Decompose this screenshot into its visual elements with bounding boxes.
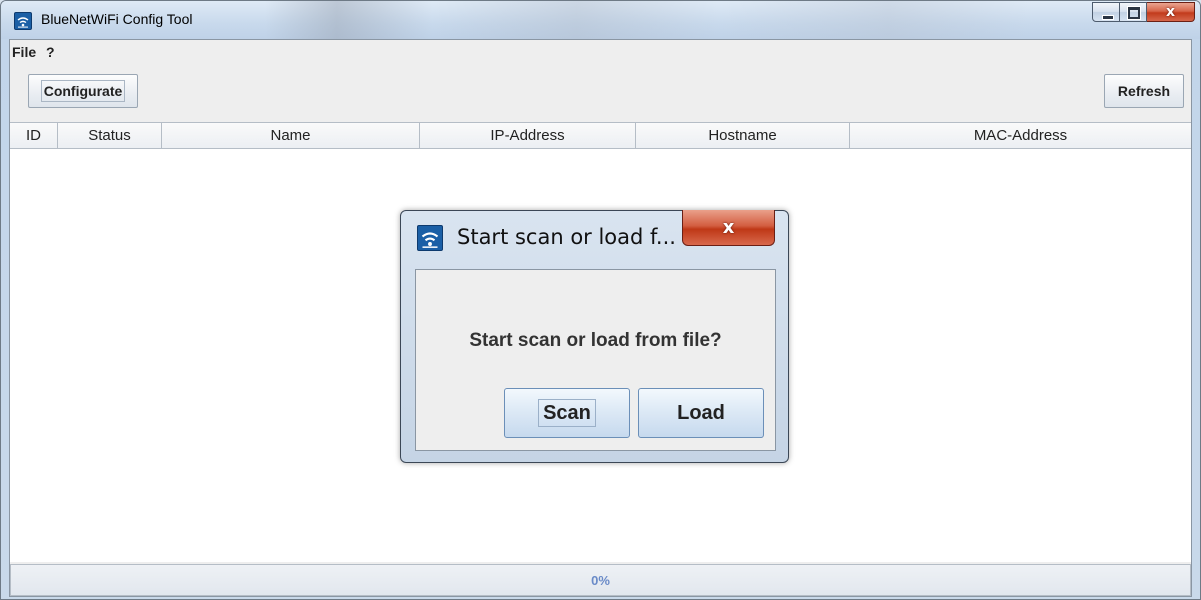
menu-file[interactable]: File: [12, 44, 36, 60]
column-header-hostname[interactable]: Hostname: [636, 123, 850, 148]
dialog-close-button[interactable]: x: [682, 210, 775, 246]
load-button[interactable]: Load: [638, 388, 764, 438]
column-header-mac-address[interactable]: MAC-Address: [850, 123, 1191, 148]
dialog-body: Start scan or load from file? Scan Load: [415, 269, 776, 451]
minimize-icon: [1102, 15, 1114, 20]
progress-text: 0%: [591, 572, 610, 588]
column-header-ip-address[interactable]: IP-Address: [420, 123, 636, 148]
refresh-button-label: Refresh: [1117, 83, 1171, 99]
maximize-button[interactable]: [1120, 2, 1147, 22]
column-header-name[interactable]: Name: [162, 123, 420, 148]
load-button-label: Load: [677, 401, 725, 424]
configurate-button-label: Configurate: [40, 80, 126, 102]
dialog-title: Start scan or load f...: [457, 225, 676, 249]
scan-button-label: Scan: [538, 399, 596, 427]
close-button[interactable]: x: [1147, 2, 1195, 22]
close-icon: x: [722, 217, 735, 238]
minimize-button[interactable]: [1092, 2, 1120, 22]
menu-bar: File ?: [10, 40, 1191, 66]
close-icon: x: [1165, 4, 1176, 20]
column-header-status[interactable]: Status: [58, 123, 162, 148]
start-scan-dialog: Start scan or load f... x Start scan or …: [400, 210, 789, 463]
title-bar[interactable]: BlueNetWiFi Config Tool x: [1, 1, 1200, 39]
menu-help[interactable]: ?: [46, 44, 55, 60]
maximize-icon: [1127, 6, 1141, 20]
toolbar: Configurate Refresh: [10, 66, 1191, 122]
wifi-icon: [14, 12, 32, 30]
table-header: ID Status Name IP-Address Hostname MAC-A…: [10, 123, 1191, 149]
progress-bar: 0%: [10, 564, 1191, 596]
window-title: BlueNetWiFi Config Tool: [41, 11, 193, 27]
dialog-message: Start scan or load from file?: [469, 330, 722, 351]
caption-buttons: x: [1092, 2, 1195, 24]
column-header-id[interactable]: ID: [10, 123, 58, 148]
wifi-icon: [417, 225, 443, 251]
refresh-button[interactable]: Refresh: [1104, 74, 1184, 108]
configurate-button[interactable]: Configurate: [28, 74, 138, 108]
scan-button[interactable]: Scan: [504, 388, 630, 438]
